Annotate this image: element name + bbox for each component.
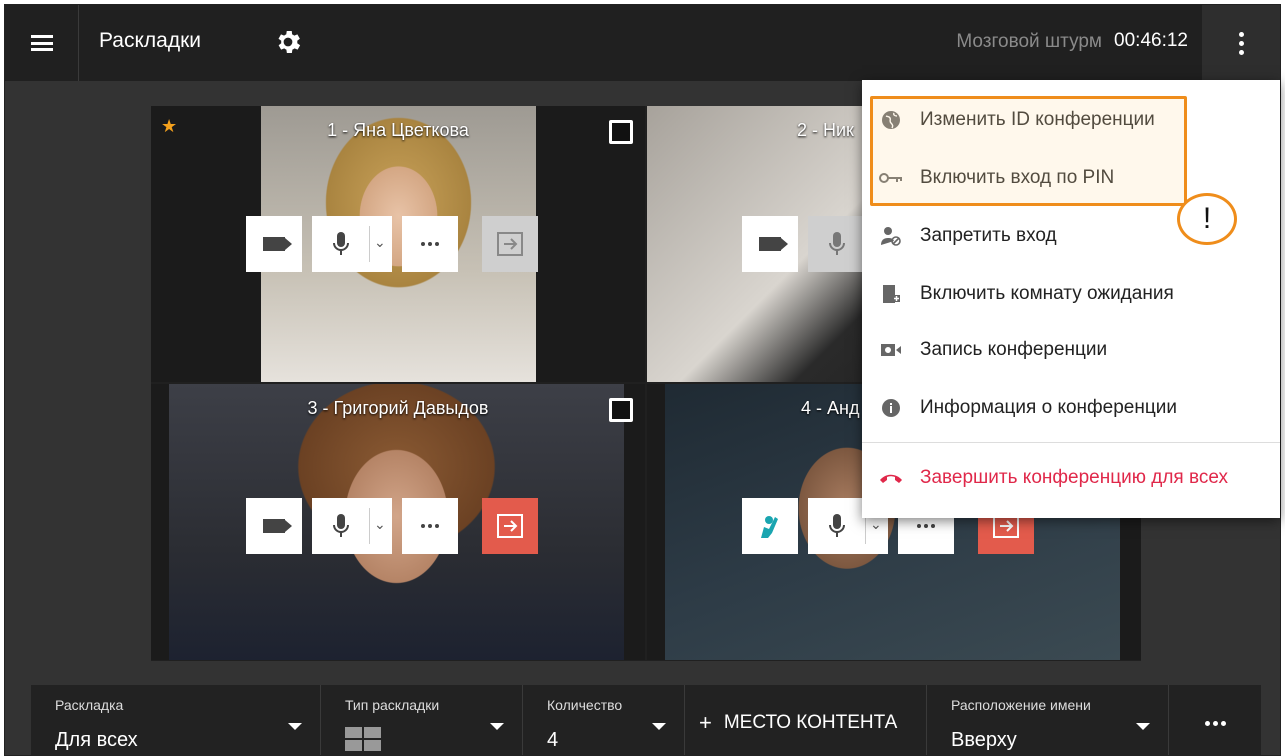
count-label: Количество <box>547 697 623 713</box>
caret-down-icon <box>1136 723 1150 730</box>
menu-item-label: Включить комнату ожидания <box>920 283 1174 304</box>
microphone-icon <box>829 514 845 537</box>
chevron-down-icon[interactable]: ⌄ <box>870 516 882 533</box>
menu-button[interactable] <box>5 5 79 81</box>
name-position-value: Вверху <box>951 729 1017 751</box>
warning-badge: ! <box>1177 193 1237 245</box>
conference-options-menu: Изменить ID конференции Включить вход по… <box>862 80 1280 518</box>
participant-tile[interactable]: 3 - Григорий Давыдов ⌄ <box>151 384 645 660</box>
move-out-button[interactable] <box>482 498 538 554</box>
kebab-icon <box>1238 31 1244 55</box>
participant-controls: ⌄ <box>246 498 538 554</box>
menu-item-label: Завершить конференцию для всех <box>920 467 1228 488</box>
participant-controls: ⌄ <box>246 216 538 272</box>
layout-type-select[interactable]: Тип раскладки <box>321 685 523 755</box>
move-out-button[interactable] <box>482 216 538 272</box>
microphone-icon <box>829 232 845 255</box>
select-checkbox[interactable] <box>609 120 633 144</box>
exit-icon <box>497 514 523 538</box>
microphone-button[interactable]: ⌄ <box>312 216 392 272</box>
menu-item-record[interactable]: Запись конференции <box>862 322 1280 378</box>
microphone-icon <box>333 514 349 537</box>
gear-icon[interactable] <box>273 27 303 57</box>
caret-down-icon <box>652 723 666 730</box>
caret-down-icon <box>490 723 504 730</box>
layout-type-label: Тип раскладки <box>345 697 440 713</box>
more-icon <box>421 524 439 528</box>
menu-item-label: Включить вход по PIN <box>920 167 1115 188</box>
add-content-place-button[interactable]: + МЕСТО КОНТЕНТА <box>685 685 927 755</box>
camera-icon <box>263 237 285 251</box>
camera-button[interactable] <box>246 216 302 272</box>
select-checkbox[interactable] <box>609 398 633 422</box>
camera-button[interactable] <box>742 216 798 272</box>
toolbar-more-button[interactable] <box>1169 685 1261 755</box>
raise-hand-icon <box>761 516 778 538</box>
more-button[interactable] <box>402 498 458 554</box>
menu-item-end-conference[interactable]: Завершить конференцию для всех <box>862 450 1280 506</box>
menu-item-label: Запись конференции <box>920 339 1108 360</box>
layout-select-value: Для всех <box>55 729 138 751</box>
menu-divider <box>862 442 1280 443</box>
hangup-icon <box>880 474 902 483</box>
add-content-place-label: МЕСТО КОНТЕНТА <box>723 712 898 733</box>
caret-down-icon <box>288 723 302 730</box>
microphone-button[interactable]: ⌄ <box>312 498 392 554</box>
microphone-icon <box>333 232 349 255</box>
participant-name: 1 - Яна Цветкова <box>327 120 469 140</box>
menu-item-label: Запретить вход <box>920 225 1057 246</box>
top-bar: Раскладки Мозговой штурм 00:46:12 <box>5 5 1280 81</box>
participant-name: 3 - Григорий Давыдов <box>307 398 489 418</box>
camera-button[interactable] <box>246 498 302 554</box>
participant-tile[interactable]: ★ 1 - Яна Цветкова ⌄ <box>151 106 645 382</box>
menu-item-label: Информация о конференции <box>920 397 1177 418</box>
conference-name: Мозговой штурм <box>956 31 1102 52</box>
more-icon <box>1204 720 1226 726</box>
exit-icon <box>497 232 523 256</box>
more-icon <box>917 524 935 528</box>
chevron-down-icon[interactable]: ⌄ <box>374 516 386 533</box>
menu-item-label: Изменить ID конференции <box>920 109 1155 130</box>
more-icon <box>421 242 439 246</box>
info-icon <box>882 399 900 417</box>
layout-select-label: Раскладка <box>55 697 124 713</box>
chevron-down-icon[interactable]: ⌄ <box>374 234 386 251</box>
grid-layout-icon <box>345 727 381 751</box>
count-select[interactable]: Количество 4 <box>523 685 685 755</box>
camera-icon <box>263 519 285 533</box>
raise-hand-button[interactable] <box>742 498 798 554</box>
layout-select[interactable]: Раскладка Для всех <box>31 685 321 755</box>
more-options-button[interactable] <box>1202 5 1280 81</box>
menu-item-info[interactable]: Информация о конференции <box>862 380 1280 436</box>
layout-toolbar: Раскладка Для всех Тип раскладки Количес… <box>31 685 1261 755</box>
page-title: Раскладки <box>99 29 202 52</box>
user-block-icon <box>881 227 901 246</box>
camera-icon <box>759 237 781 251</box>
menu-item-change-id[interactable]: Изменить ID конференции <box>862 92 1280 148</box>
menu-item-waiting-room[interactable]: Включить комнату ожидания <box>862 266 1280 322</box>
name-position-select[interactable]: Расположение имени Вверху <box>927 685 1169 755</box>
conference-timer: 00:46:12 <box>1114 30 1188 51</box>
globe-icon <box>882 111 900 129</box>
more-button[interactable] <box>402 216 458 272</box>
hamburger-icon <box>30 35 53 51</box>
key-icon <box>879 173 902 183</box>
name-position-label: Расположение имени <box>951 697 1091 713</box>
count-value: 4 <box>547 729 559 751</box>
plus-icon: + <box>699 710 712 735</box>
record-icon <box>881 344 901 356</box>
waiting-room-icon <box>883 285 900 303</box>
